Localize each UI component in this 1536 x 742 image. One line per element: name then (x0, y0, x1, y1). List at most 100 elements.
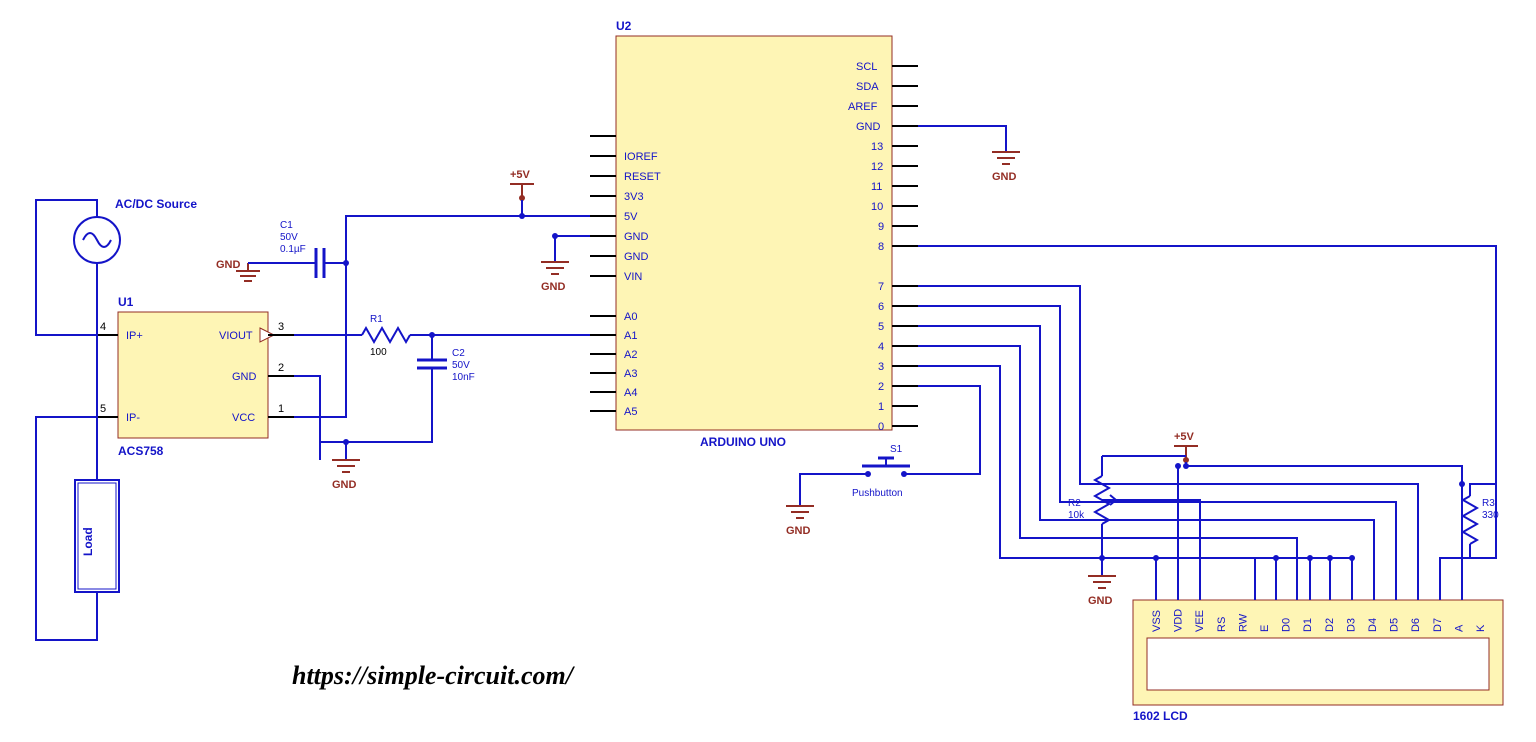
svg-text:RESET: RESET (624, 171, 661, 183)
svg-text:+5V: +5V (510, 169, 531, 181)
svg-text:100: 100 (370, 347, 387, 358)
v5-rail-right: +5V (1174, 431, 1198, 463)
svg-text:IP+: IP+ (126, 330, 143, 342)
svg-text:VSS: VSS (1151, 610, 1163, 632)
svg-text:2: 2 (278, 362, 284, 374)
svg-text:5V: 5V (624, 211, 638, 223)
svg-text:13: 13 (871, 141, 883, 153)
svg-text:C1: C1 (280, 220, 293, 231)
svg-text:5: 5 (100, 403, 106, 415)
u2-ref: U2 (616, 19, 632, 33)
svg-text:VEE: VEE (1194, 610, 1206, 632)
svg-text:3: 3 (878, 361, 884, 373)
gnd-6: GND (1088, 576, 1116, 607)
ac-source: AC/DC Source (74, 197, 197, 263)
svg-text:GND: GND (624, 251, 649, 263)
r1-resistor: R1 100 (362, 314, 410, 358)
load-block: Load (75, 480, 119, 592)
svg-text:A1: A1 (624, 330, 637, 342)
u3-lcd: 1602 LCD (1133, 600, 1503, 723)
load-label: Load (81, 527, 95, 556)
svg-text:0.1µF: 0.1µF (280, 244, 306, 255)
svg-text:7: 7 (878, 281, 884, 293)
ac-source-label: AC/DC Source (115, 197, 197, 211)
svg-text:E: E (1259, 625, 1271, 632)
u1-ref: U1 (118, 295, 134, 309)
svg-text:VIOUT: VIOUT (219, 330, 253, 342)
svg-text:D0: D0 (1281, 618, 1293, 632)
svg-text:R3: R3 (1482, 498, 1495, 509)
svg-text:GND: GND (332, 479, 357, 491)
svg-text:GND: GND (856, 121, 881, 133)
svg-text:VIN: VIN (624, 271, 642, 283)
u2-arduino: U2 ARDUINO UNO (616, 19, 892, 449)
svg-text:8: 8 (878, 241, 884, 253)
gnd-4: GND (786, 506, 814, 537)
svg-text:GND: GND (541, 281, 566, 293)
svg-text:D4: D4 (1367, 618, 1379, 632)
s1-pushbutton: S1 Pushbutton (848, 444, 924, 499)
svg-text:RS: RS (1216, 617, 1228, 632)
svg-text:3: 3 (278, 321, 284, 333)
r2-pot: R2 10k (1068, 456, 1116, 558)
svg-text:S1: S1 (890, 444, 903, 455)
svg-text:D5: D5 (1389, 618, 1401, 632)
svg-text:50V: 50V (280, 232, 298, 243)
svg-text:AREF: AREF (848, 101, 878, 113)
svg-text:IOREF: IOREF (624, 151, 658, 163)
svg-text:12: 12 (871, 161, 883, 173)
svg-text:C2: C2 (452, 348, 465, 359)
svg-text:D7: D7 (1432, 618, 1444, 632)
svg-text:+5V: +5V (1174, 431, 1195, 443)
u2-name: ARDUINO UNO (700, 435, 786, 449)
gnd-1: GND (216, 259, 260, 281)
source-url: https://simple-circuit.com/ (292, 661, 576, 690)
svg-text:1: 1 (878, 401, 884, 413)
svg-text:A: A (1453, 624, 1465, 632)
u1-acs758: U1 ACS758 IP+ 4 IP- 5 VIOUT 3 GND 2 VCC … (96, 295, 294, 458)
u3-name: 1602 LCD (1133, 709, 1188, 723)
svg-text:D3: D3 (1345, 618, 1357, 632)
c1-capacitor: C1 50V 0.1µF (280, 220, 346, 278)
svg-text:K: K (1475, 624, 1487, 632)
svg-text:SDA: SDA (856, 81, 879, 93)
svg-text:GND: GND (624, 231, 649, 243)
svg-text:IP-: IP- (126, 412, 140, 424)
gnd-2: GND (332, 460, 360, 491)
v5-rail-left: +5V (510, 169, 534, 201)
svg-text:4: 4 (100, 321, 106, 333)
svg-text:RW: RW (1237, 613, 1249, 632)
svg-text:D2: D2 (1324, 618, 1336, 632)
svg-text:A0: A0 (624, 311, 637, 323)
r3-resistor: R3 330 (1463, 496, 1499, 544)
svg-text:D1: D1 (1302, 618, 1314, 632)
svg-text:10: 10 (871, 201, 883, 213)
svg-text:VCC: VCC (232, 412, 255, 424)
u1-name: ACS758 (118, 444, 164, 458)
svg-text:GND: GND (992, 171, 1017, 183)
svg-text:0: 0 (878, 421, 884, 433)
svg-text:Pushbutton: Pushbutton (852, 488, 903, 499)
svg-text:A5: A5 (624, 406, 637, 418)
svg-text:R1: R1 (370, 314, 383, 325)
svg-text:GND: GND (232, 371, 257, 383)
svg-text:GND: GND (1088, 595, 1113, 607)
svg-text:5: 5 (878, 321, 884, 333)
svg-text:11: 11 (871, 181, 882, 193)
svg-text:1: 1 (278, 403, 284, 415)
svg-text:10nF: 10nF (452, 372, 475, 383)
svg-text:9: 9 (878, 221, 884, 233)
svg-text:2: 2 (878, 381, 884, 393)
svg-text:A3: A3 (624, 368, 637, 380)
c2-capacitor: C2 50V 10nF (417, 335, 475, 390)
svg-text:R2: R2 (1068, 498, 1081, 509)
svg-text:A2: A2 (624, 349, 637, 361)
gnd-3: GND (541, 262, 569, 293)
svg-text:A4: A4 (624, 387, 637, 399)
svg-text:GND: GND (786, 525, 811, 537)
svg-text:SCL: SCL (856, 61, 877, 73)
svg-text:50V: 50V (452, 360, 470, 371)
svg-text:D6: D6 (1410, 618, 1422, 632)
svg-text:3V3: 3V3 (624, 191, 644, 203)
svg-text:VDD: VDD (1173, 609, 1185, 632)
